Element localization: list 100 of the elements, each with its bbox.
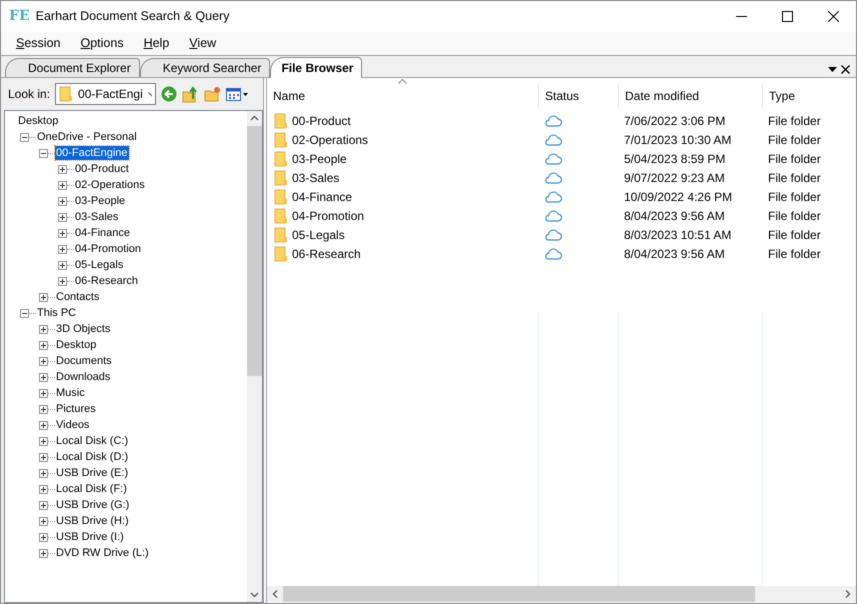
tree-item[interactable]: Documents <box>55 354 113 368</box>
expand-toggle[interactable] <box>58 196 67 206</box>
expand-toggle[interactable] <box>58 244 67 254</box>
app-logo: FE <box>9 7 30 26</box>
date-cell: 7/06/2022 3:06 PM <box>624 114 726 128</box>
cloud-icon <box>544 114 562 126</box>
tree-item[interactable]: Contacts <box>55 290 100 304</box>
expand-toggle[interactable] <box>58 276 67 286</box>
folder-icon <box>274 208 288 224</box>
tree-item[interactable]: 04-Finance <box>74 226 132 240</box>
tab[interactable]: Document Explorer <box>5 58 140 77</box>
expand-toggle[interactable] <box>58 180 67 190</box>
menu-item[interactable]: Options <box>73 34 131 53</box>
tree-item[interactable]: DVD RW Drive (L:) <box>55 546 150 560</box>
tab[interactable]: File Browser <box>270 57 362 78</box>
tree-item[interactable]: Downloads <box>55 370 112 384</box>
cloud-icon <box>544 210 562 222</box>
collapse-toggle[interactable] <box>20 132 29 142</box>
expand-toggle[interactable] <box>39 452 48 462</box>
tree-item[interactable]: 06-Research <box>74 274 139 288</box>
tree-item[interactable]: Pictures <box>55 402 97 416</box>
view-menu-button[interactable] <box>226 88 248 100</box>
tree-item[interactable]: Local Disk (C:) <box>55 434 130 448</box>
tree-item[interactable]: 05-Legals <box>74 258 124 272</box>
tree-item[interactable]: USB Drive (E:) <box>55 466 130 480</box>
folder-icon <box>274 246 288 262</box>
file-name[interactable]: 03-People <box>292 150 347 168</box>
new-folder-icon[interactable] <box>204 86 222 102</box>
date-cell: 7/01/2023 10:30 AM <box>624 132 732 146</box>
expand-toggle[interactable] <box>39 292 48 302</box>
menu-item[interactable]: Help <box>136 34 176 53</box>
file-name[interactable]: 04-Finance <box>292 188 352 206</box>
expand-toggle[interactable] <box>39 468 48 478</box>
column-header[interactable]: Status <box>538 84 618 108</box>
expand-toggle[interactable] <box>39 500 48 510</box>
cloud-icon <box>544 190 562 202</box>
collapse-toggle[interactable] <box>39 148 48 158</box>
tree-item[interactable]: Videos <box>55 418 90 432</box>
look-in-dropdown[interactable]: 00-FactEngi <box>55 83 156 105</box>
tree-item[interactable]: 00-FactEngine <box>55 146 129 160</box>
expand-toggle[interactable] <box>39 372 48 382</box>
expand-toggle[interactable] <box>58 164 67 174</box>
up-folder-icon[interactable] <box>182 86 200 102</box>
file-name[interactable]: 03-Sales <box>292 168 340 186</box>
tree-item[interactable]: This PC <box>36 306 78 320</box>
tree-item[interactable]: 04-Promotion <box>74 242 142 256</box>
dropdown-arrow-icon[interactable] <box>828 67 837 72</box>
column-header[interactable]: Name <box>267 84 538 108</box>
tree-item[interactable]: Local Disk (D:) <box>55 450 130 464</box>
expand-toggle[interactable] <box>58 260 67 270</box>
expand-toggle[interactable] <box>39 548 48 558</box>
file-name[interactable]: 06-Research <box>292 244 361 262</box>
menu-item[interactable]: View <box>182 34 224 53</box>
collapse-toggle[interactable] <box>20 308 29 318</box>
caret-icon <box>243 92 248 96</box>
expand-toggle[interactable] <box>58 212 67 222</box>
close-icon[interactable] <box>841 65 850 74</box>
expand-toggle[interactable] <box>39 532 48 542</box>
cloud-icon <box>544 228 562 240</box>
expand-toggle[interactable] <box>39 356 48 366</box>
expand-toggle[interactable] <box>39 340 48 350</box>
tree-item[interactable]: 00-Product <box>74 162 130 176</box>
expand-toggle[interactable] <box>39 436 48 446</box>
expand-toggle[interactable] <box>39 388 48 398</box>
tree-item[interactable]: 3D Objects <box>55 322 112 336</box>
expand-toggle[interactable] <box>39 516 48 526</box>
file-name[interactable]: 00-Product <box>292 112 351 130</box>
tree-item[interactable]: USB Drive (H:) <box>55 514 130 528</box>
file-name[interactable]: 04-Promotion <box>292 206 364 224</box>
tree-item[interactable]: USB Drive (G:) <box>55 498 130 512</box>
expand-toggle[interactable] <box>39 404 48 414</box>
view-grid-icon <box>226 88 242 100</box>
tree-item[interactable]: 03-Sales <box>74 210 120 224</box>
tree-item[interactable]: Desktop <box>17 114 60 128</box>
folder-icon <box>274 188 288 204</box>
type-cell: File folder <box>768 152 821 166</box>
expand-toggle[interactable] <box>58 228 67 238</box>
vertical-scrollbar[interactable] <box>247 111 262 602</box>
tree-item[interactable]: Desktop <box>55 338 98 352</box>
tab[interactable]: Keyword Searcher <box>140 58 270 77</box>
file-name[interactable]: 02-Operations <box>292 130 368 148</box>
folder-icon <box>59 86 74 102</box>
cloud-icon <box>544 134 562 146</box>
file-name[interactable]: 05-Legals <box>292 226 345 244</box>
expand-toggle[interactable] <box>39 420 48 430</box>
date-cell: 9/07/2022 9:23 AM <box>624 170 725 184</box>
tree-item[interactable]: 02-Operations <box>74 178 146 192</box>
type-cell: File folder <box>768 132 821 146</box>
menu-item[interactable]: Session <box>9 34 68 53</box>
tree-item[interactable]: USB Drive (I:) <box>55 530 125 544</box>
horizontal-scrollbar[interactable] <box>267 586 856 602</box>
column-header[interactable]: Type <box>762 84 856 108</box>
expand-toggle[interactable] <box>39 324 48 334</box>
tree-item[interactable]: 03-People <box>74 194 126 208</box>
tree-item[interactable]: OneDrive - Personal <box>36 130 138 144</box>
tree-item[interactable]: Music <box>55 386 86 400</box>
window-title: Earhart Document Search & Query <box>36 8 230 26</box>
tree-item[interactable]: Local Disk (F:) <box>55 482 128 496</box>
expand-toggle[interactable] <box>39 484 48 494</box>
column-header[interactable]: Date modified <box>618 84 762 108</box>
